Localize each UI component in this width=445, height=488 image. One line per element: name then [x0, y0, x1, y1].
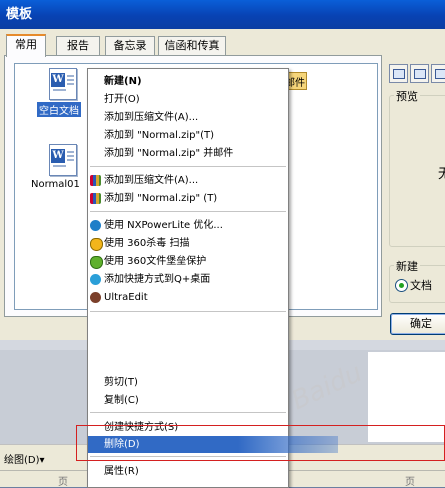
menu-item-ultraedit[interactable]: UltraEdit [88, 289, 288, 306]
menu-item-new[interactable]: 新建(N) [88, 73, 288, 90]
radio-document-label: 文档 [410, 279, 432, 292]
360-antivirus-icon [90, 238, 103, 251]
menu-item-cut[interactable]: 剪切(T) [88, 374, 288, 391]
highlight-annotation-box [76, 425, 445, 461]
dialog-titlebar[interactable]: 模板 [0, 0, 445, 29]
qplus-icon [90, 274, 101, 285]
menu-item-qplus-shortcut[interactable]: 添加快捷方式到Q+桌面 [88, 271, 288, 288]
tab-memo[interactable]: 备忘录 [105, 36, 155, 55]
menu-separator [90, 412, 286, 413]
template-label-normal01[interactable]: Normal01 [31, 179, 80, 190]
menu-item-winrar-add-archive[interactable]: 添加到压缩文件(A)... [88, 172, 288, 189]
menu-item-properties[interactable]: 属性(R) [88, 463, 288, 480]
template-label-blank[interactable]: 空白文档 [37, 102, 81, 117]
dialog-title: 模板 [6, 7, 33, 22]
menu-item-copy[interactable]: 复制(C) [88, 392, 288, 409]
preview-label: 预览 [394, 88, 420, 104]
preview-group [389, 95, 445, 247]
tab-report[interactable]: 报告 [56, 36, 100, 55]
list-view-icon[interactable] [410, 64, 429, 83]
menu-separator [90, 311, 286, 312]
draw-menu-button[interactable]: 绘图(D)▾ [4, 451, 45, 466]
winrar-icon [90, 175, 101, 186]
radio-document[interactable] [395, 279, 408, 292]
menu-item-open[interactable]: 打开(O) [88, 91, 288, 108]
menu-item-add-normal-zip[interactable]: 添加到 "Normal.zip"(T) [88, 127, 288, 144]
large-icons-view-icon[interactable] [389, 64, 408, 83]
menu-separator [90, 211, 286, 212]
tab-letters-fax[interactable]: 信函和传真 [158, 36, 226, 55]
new-group-label: 新建 [394, 258, 420, 274]
360-file-shield-icon [90, 256, 103, 269]
menu-item-add-normal-zip-email[interactable]: 添加到 "Normal.zip" 并邮件 [88, 145, 288, 162]
winrar-icon [90, 193, 101, 204]
right-pane: 预览 无 新建 文档 [386, 55, 445, 335]
menu-item-360-scan[interactable]: 使用 360杀毒 扫描 [88, 235, 288, 252]
nxpowerlite-icon [90, 220, 101, 231]
details-view-icon[interactable] [431, 64, 445, 83]
ultraedit-icon [90, 292, 101, 303]
tab-common[interactable]: 常用 [6, 34, 46, 57]
ok-button[interactable]: 确定 [390, 313, 445, 335]
word-doc-icon[interactable] [49, 144, 77, 176]
menu-item-nxpowerlite[interactable]: 使用 NXPowerLite 优化... [88, 217, 288, 234]
preview-none-text: 无 [438, 167, 445, 182]
word-doc-icon[interactable] [49, 68, 77, 100]
menu-separator [90, 166, 286, 167]
menu-item-360-file-shield[interactable]: 使用 360文件堡垒保护 [88, 253, 288, 270]
menu-item-add-archive[interactable]: 添加到压缩文件(A)... [88, 109, 288, 126]
menu-item-winrar-add-normal-zip[interactable]: 添加到 "Normal.zip" (T) [88, 190, 288, 207]
